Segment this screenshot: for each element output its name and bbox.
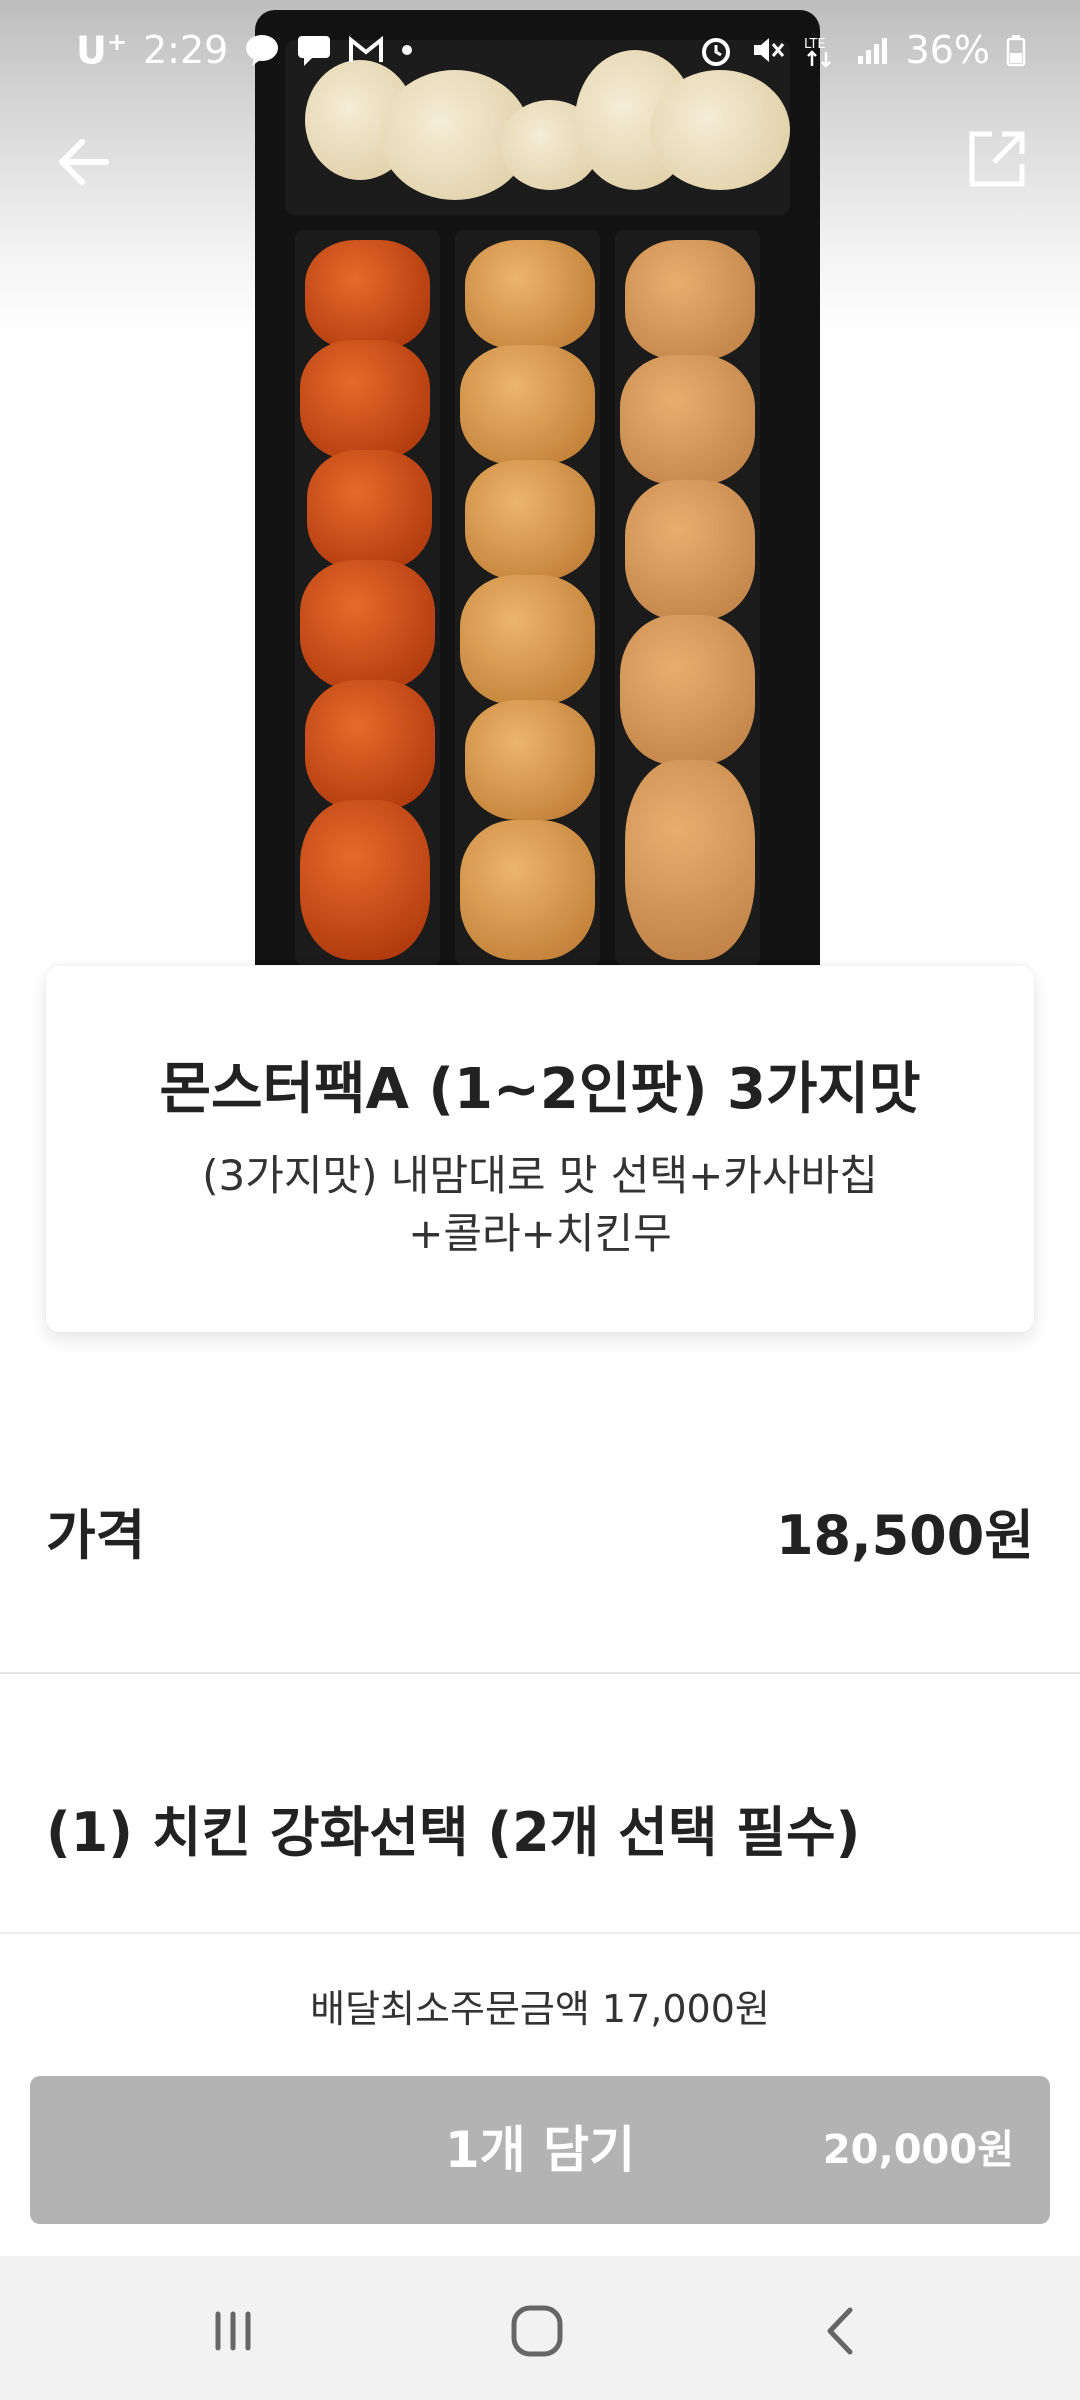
share-icon: [969, 131, 1025, 187]
add-to-cart-button[interactable]: 1개 담기 20,000원: [30, 2076, 1050, 2224]
battery-percent: 36%: [905, 28, 990, 72]
option-group-title[interactable]: (1) 치킨 강화선택 (2개 선택 필수): [46, 1788, 860, 1867]
talk-icon: [244, 32, 280, 68]
price-row: 가격 18,500원: [46, 1490, 1034, 1570]
screen: U+ 2:29 LTE 36% 몬스터팩A (1~2인팟) 3가지맛 (3가지맛…: [0, 0, 1080, 2400]
svg-text:LTE: LTE: [804, 37, 826, 52]
recent-apps-icon: [215, 2311, 251, 2351]
lte-icon: LTE: [802, 32, 838, 68]
sauce-chicken-column: [295, 230, 440, 965]
status-time: 2:29: [142, 28, 229, 73]
recent-apps-button[interactable]: [198, 2296, 268, 2366]
back-button[interactable]: [52, 130, 116, 194]
home-icon: [511, 2305, 563, 2357]
back-chevron-icon: [827, 2307, 853, 2355]
product-info-card: 몬스터팩A (1~2인팟) 3가지맛 (3가지맛) 내맘대로 맛 선택+카사바칩…: [46, 966, 1034, 1332]
status-left: U+ 2:29: [76, 28, 414, 73]
mute-icon: [750, 32, 786, 68]
cart-button-price: 20,000원: [822, 2127, 1014, 2173]
arrow-left-icon: [59, 139, 109, 185]
battery-icon: [1006, 32, 1026, 68]
alarm-icon: [698, 32, 734, 68]
message-icon: [296, 32, 332, 68]
snow-chicken-column: [455, 230, 600, 965]
product-image: [255, 10, 820, 965]
status-bar: U+ 2:29 LTE 36%: [0, 0, 1080, 100]
divider: [0, 1672, 1080, 1674]
signal-icon: [854, 32, 890, 68]
price-value: 18,500원: [775, 1503, 1034, 1567]
min-order-amount: 배달최소주문금액 17,000원: [310, 1987, 770, 2031]
system-back-button[interactable]: [806, 2296, 876, 2366]
status-right: LTE 36%: [698, 28, 1026, 72]
product-description: (3가지맛) 내맘대로 맛 선택+카사바칩+콜라+치킨무: [202, 1151, 878, 1258]
share-button[interactable]: [966, 128, 1028, 190]
fried-chicken-column: [615, 230, 760, 965]
carrier-label: U+: [76, 28, 127, 73]
divider: [0, 1932, 1080, 1934]
home-button[interactable]: [502, 2296, 572, 2366]
navigation-bar: [0, 2256, 1080, 2400]
dot-icon: [400, 32, 414, 68]
gmail-icon: [348, 32, 384, 68]
price-label: 가격: [46, 1503, 146, 1567]
product-name: 몬스터팩A (1~2인팟) 3가지맛: [159, 1057, 921, 1122]
